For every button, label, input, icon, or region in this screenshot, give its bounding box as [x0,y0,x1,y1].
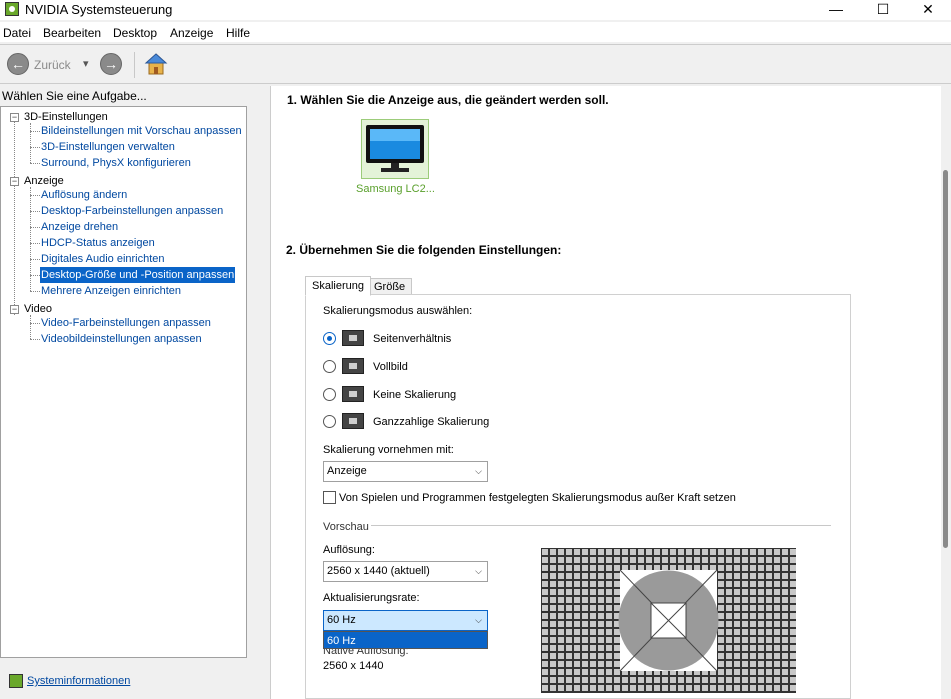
tree-toggle-3d[interactable]: − [10,113,19,122]
test-pattern [541,548,796,693]
tree-item-video-farbeinstellungen[interactable]: Video-Farbeinstellungen anpassen [41,315,211,331]
menu-bar: Datei Bearbeiten Desktop Anzeige Hilfe [0,22,951,42]
tab-skalierung[interactable]: Skalierung [305,276,371,296]
chevron-down-icon: ⌵ [475,566,482,576]
perform-scaling-label: Skalierung vornehmen mit: [323,444,454,456]
home-icon[interactable] [144,52,168,76]
menu-anzeige[interactable]: Anzeige [170,26,213,40]
mode-label-keine-skalierung[interactable]: Keine Skalierung [373,389,456,401]
native-resolution-value: 2560 x 1440 [323,660,384,672]
tree-item-mehrere-anzeigen[interactable]: Mehrere Anzeigen einrichten [41,283,181,299]
back-arrow-icon[interactable]: ← [7,53,29,75]
toolbar [0,44,951,84]
tab-groesse[interactable]: Größe [367,278,413,295]
preview-divider [371,525,831,526]
aspect-ratio-mode-icon [342,330,364,346]
resolution-select[interactable]: 2560 x 1440 (aktuell) ⌵ [323,561,488,582]
menu-desktop[interactable]: Desktop [113,26,157,40]
tree-item-anzeige-drehen[interactable]: Anzeige drehen [41,219,118,235]
mode-label-vollbild[interactable]: Vollbild [373,361,408,373]
preview-section-label: Vorschau [323,521,369,533]
tree-toggle-anzeige[interactable]: − [10,177,19,186]
tree-item-digitales-audio[interactable]: Digitales Audio einrichten [41,251,165,267]
mode-label-ganzzahlige-skalierung[interactable]: Ganzzahlige Skalierung [373,416,489,428]
refresh-rate-label: Aktualisierungsrate: [323,592,420,604]
refresh-rate-select[interactable]: 60 Hz ⌵ [323,610,488,631]
radio-ganzzahlige-skalierung[interactable] [323,415,336,428]
window-title: NVIDIA Systemsteuerung [25,2,173,17]
step2-heading: 2. Übernehmen Sie die folgenden Einstell… [286,243,562,257]
toolbar-separator [134,52,135,78]
scrollbar-thumb[interactable] [943,170,948,548]
history-dropdown-icon[interactable]: ▾ [83,57,89,70]
resolution-label: Auflösung: [323,544,375,556]
maximize-button[interactable]: ☐ [860,0,906,20]
mode-label-seitenverhaeltnis[interactable]: Seitenverhältnis [373,333,451,345]
refresh-rate-option[interactable]: 60 Hz [323,631,488,649]
scaling-mode-label: Skalierungsmodus auswählen: [323,305,473,317]
step1-heading: 1. Wählen Sie die Anzeige aus, die geänd… [287,93,609,107]
menu-bearbeiten[interactable]: Bearbeiten [43,26,101,40]
task-panel-label: Wählen Sie eine Aufgabe... [2,89,147,103]
override-scaling-label[interactable]: Von Spielen und Programmen festgelegten … [339,492,736,504]
tree-item-aufloesung-aendern[interactable]: Auflösung ändern [41,187,127,203]
tree-item-desktop-farbeinstellungen[interactable]: Desktop-Farbeinstellungen anpassen [41,203,223,219]
refresh-rate-value: 60 Hz [327,614,356,626]
back-button-label[interactable]: Zurück [34,58,71,72]
tree-toggle-video[interactable]: − [10,305,19,314]
chevron-down-icon: ⌵ [475,466,482,476]
menu-datei[interactable]: Datei [3,26,31,40]
chevron-down-icon: ⌵ [475,615,482,625]
perform-scaling-select[interactable]: Anzeige ⌵ [323,461,488,482]
system-info-icon [9,674,23,688]
radio-vollbild[interactable] [323,360,336,373]
nvidia-app-icon [5,2,19,16]
fullscreen-mode-icon [342,358,364,374]
close-button[interactable]: ✕ [905,0,951,20]
minimize-button[interactable]: — [813,0,859,20]
resolution-value: 2560 x 1440 (aktuell) [327,565,430,577]
title-bar: NVIDIA Systemsteuerung — ☐ ✕ [0,0,951,20]
tree-item-3d-einstellungen-verwalten[interactable]: 3D-Einstellungen verwalten [41,139,175,155]
tree-item-bildeinstellungen[interactable]: Bildeinstellungen mit Vorschau anpassen [41,123,242,139]
radio-keine-skalierung[interactable] [323,388,336,401]
integer-scaling-mode-icon [342,413,364,429]
tree-item-desktop-groesse-position[interactable]: Desktop-Größe und -Position anpassen [40,267,236,283]
forward-arrow-icon[interactable]: → [100,53,122,75]
perform-scaling-value: Anzeige [327,465,367,477]
task-tree: − 3D-Einstellungen Bildeinstellungen mit… [0,106,247,658]
monitor-icon [366,125,424,172]
override-scaling-checkbox[interactable] [323,491,336,504]
menu-hilfe[interactable]: Hilfe [226,26,250,40]
tree-item-videobildeinstellungen[interactable]: Videobildeinstellungen anpassen [41,331,202,347]
radio-seitenverhaeltnis[interactable] [323,332,336,345]
tree-item-surround-physx[interactable]: Surround, PhysX konfigurieren [41,155,191,171]
scaling-preview-image [541,548,796,693]
system-info-link[interactable]: Systeminformationen [27,675,130,687]
no-scaling-mode-icon [342,386,364,402]
display-name[interactable]: Samsung LC2... [356,183,435,195]
display-selector[interactable] [361,119,429,179]
tree-item-hdcp-status[interactable]: HDCP-Status anzeigen [41,235,155,251]
